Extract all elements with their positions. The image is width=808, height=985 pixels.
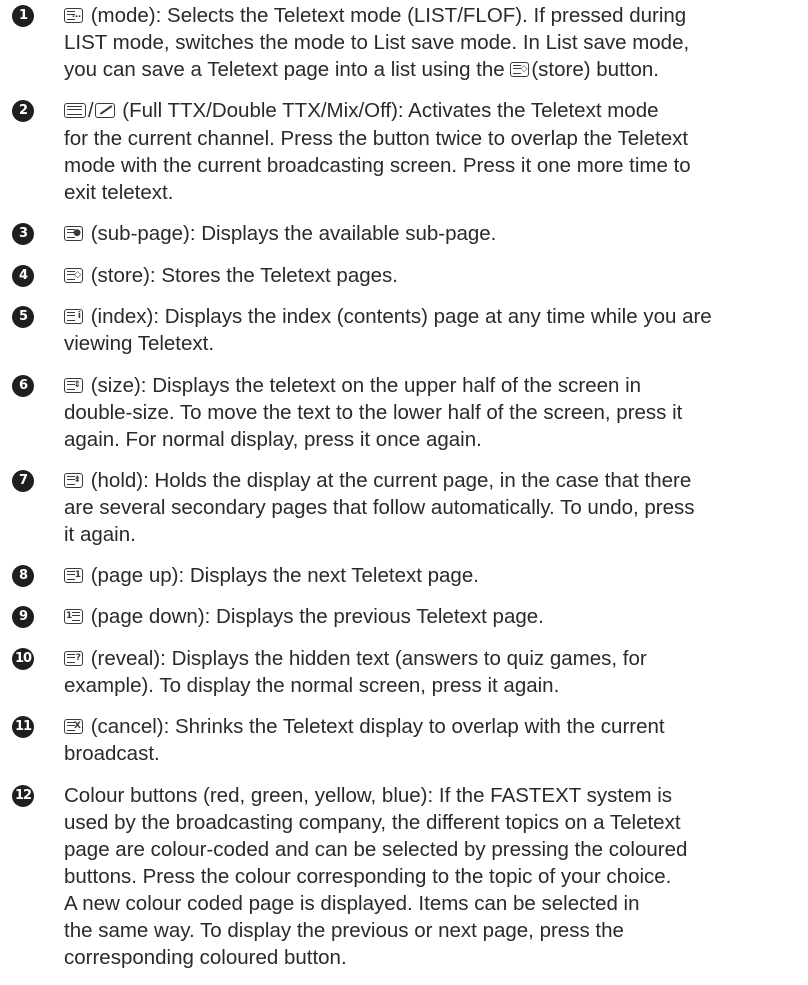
item-number: 5 <box>12 306 34 328</box>
item-text-line: page are colour-coded and can be selecte… <box>64 838 688 861</box>
item-text-line: (cancel): Shrinks the Teletext display t… <box>85 715 665 738</box>
item-text-line: (page up): Displays the next Teletext pa… <box>85 564 479 587</box>
item-number: 7 <box>12 470 34 492</box>
item-text-line: you can save a Teletext page into a list… <box>64 58 511 81</box>
item-description: ⇟ (hold): Holds the display at the curre… <box>64 467 799 548</box>
item-text-line: the same way. To display the previous or… <box>64 919 624 942</box>
teletext-subpage-icon: ● <box>64 226 83 241</box>
item-text-line: (reveal): Displays the hidden text (answ… <box>85 647 647 670</box>
teletext-size-icon: ⇕ <box>64 378 83 393</box>
item-text-line: corresponding coloured button. <box>64 946 347 969</box>
item-text-line: (store): Stores the Teletext pages. <box>85 264 398 287</box>
item-text-line: Colour buttons (red, green, yellow, blue… <box>64 784 673 807</box>
item-number: 8 <box>12 565 34 587</box>
item-description: / (Full TTX/Double TTX/Mix/Off): Activat… <box>64 97 799 206</box>
teletext-page-down-icon: 1 <box>64 609 83 624</box>
item-text-line: (size): Displays the teletext on the upp… <box>85 374 642 397</box>
item-text-line: example). To display the normal screen, … <box>64 674 560 697</box>
item-number: 10 <box>12 648 34 670</box>
item-text-line: mode with the current broadcasting scree… <box>64 154 691 177</box>
item-text-line: used by the broadcasting company, the di… <box>64 811 681 834</box>
item-description: i (index): Displays the index (contents)… <box>64 303 799 357</box>
item-description: ● (sub-page): Displays the available sub… <box>64 220 799 247</box>
item-text-line: A new colour coded page is displayed. It… <box>64 892 640 915</box>
item-text-line: it again. <box>64 523 136 546</box>
item-number: 1 <box>12 5 34 27</box>
item-number: 9 <box>12 606 34 628</box>
item-text-line: viewing Teletext. <box>64 332 215 355</box>
item-number: 2 <box>12 100 34 122</box>
item-text-line: buttons. Press the colour corresponding … <box>64 865 672 888</box>
item-number: 4 <box>12 265 34 287</box>
item-description: ◇ (store): Stores the Teletext pages. <box>64 262 799 289</box>
item-number: 12 <box>12 785 34 807</box>
item-description: 1 (page up): Displays the next Teletext … <box>64 562 799 589</box>
item-text-line: broadcast. <box>64 742 160 765</box>
item-text-line: exit teletext. <box>64 181 174 204</box>
teletext-store-icon: ◇ <box>510 62 530 77</box>
teletext-reveal-icon: ? <box>64 651 83 666</box>
item-text-line: (hold): Holds the display at the current… <box>85 469 692 492</box>
item-description: Colour buttons (red, green, yellow, blue… <box>64 782 799 971</box>
item-number: 6 <box>12 375 34 397</box>
item-description: 1 (page down): Displays the previous Tel… <box>64 603 799 630</box>
item-text-line: (index): Displays the index (contents) p… <box>85 305 712 328</box>
item-text-line: (page down): Displays the previous Telet… <box>85 605 544 628</box>
teletext-double-icon <box>94 103 115 118</box>
item-text-line: (sub-page): Displays the available sub-p… <box>85 222 497 245</box>
item-text-line: (Full TTX/Double TTX/Mix/Off): Activates… <box>116 99 659 122</box>
teletext-cancel-icon: X <box>64 719 83 734</box>
teletext-mode-icon: … <box>64 8 83 23</box>
item-description: X (cancel): Shrinks the Teletext display… <box>64 713 799 767</box>
teletext-index-icon: i <box>64 309 83 324</box>
item-text-line: for the current channel. Press the butto… <box>64 127 689 150</box>
item-text-line: double-size. To move the text to the low… <box>64 401 683 424</box>
item-description: ⇕ (size): Displays the teletext on the u… <box>64 372 799 453</box>
teletext-hold-icon: ⇟ <box>64 473 83 488</box>
teletext-page-up-icon: 1 <box>64 568 83 583</box>
item-text-line: are several secondary pages that follow … <box>64 496 695 519</box>
item-text-line: LIST mode, switches the mode to List sav… <box>64 31 690 54</box>
item-number: 11 <box>12 716 34 738</box>
item-text-line: again. For normal display, press it once… <box>64 428 482 451</box>
item-description: … (mode): Selects the Teletext mode (LIS… <box>64 2 799 83</box>
item-number: 3 <box>12 223 34 245</box>
teletext-full-icon <box>64 103 86 118</box>
item-text-line: (store) button. <box>531 58 659 81</box>
teletext-store-icon: ◇ <box>64 268 83 283</box>
item-description: ? (reveal): Displays the hidden text (an… <box>64 645 799 699</box>
item-text-line: (mode): Selects the Teletext mode (LIST/… <box>85 4 687 27</box>
